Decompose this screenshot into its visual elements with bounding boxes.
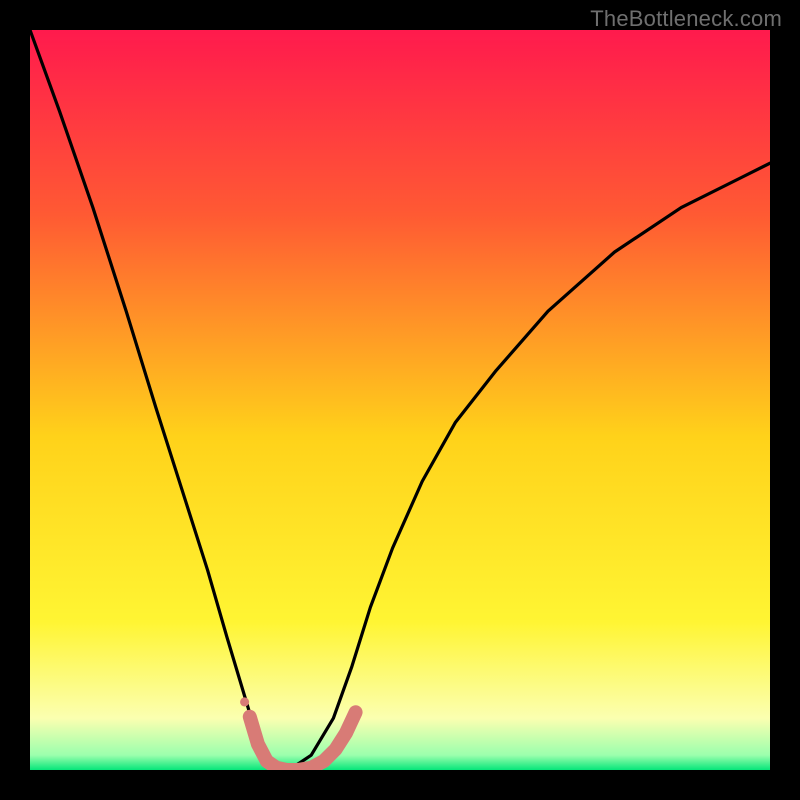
gradient-background xyxy=(30,30,770,770)
chart-frame: TheBottleneck.com xyxy=(0,0,800,800)
chart-svg xyxy=(30,30,770,770)
plot-area xyxy=(30,30,770,770)
bottom-marker-start-dot xyxy=(240,697,249,706)
watermark-text: TheBottleneck.com xyxy=(590,6,782,32)
